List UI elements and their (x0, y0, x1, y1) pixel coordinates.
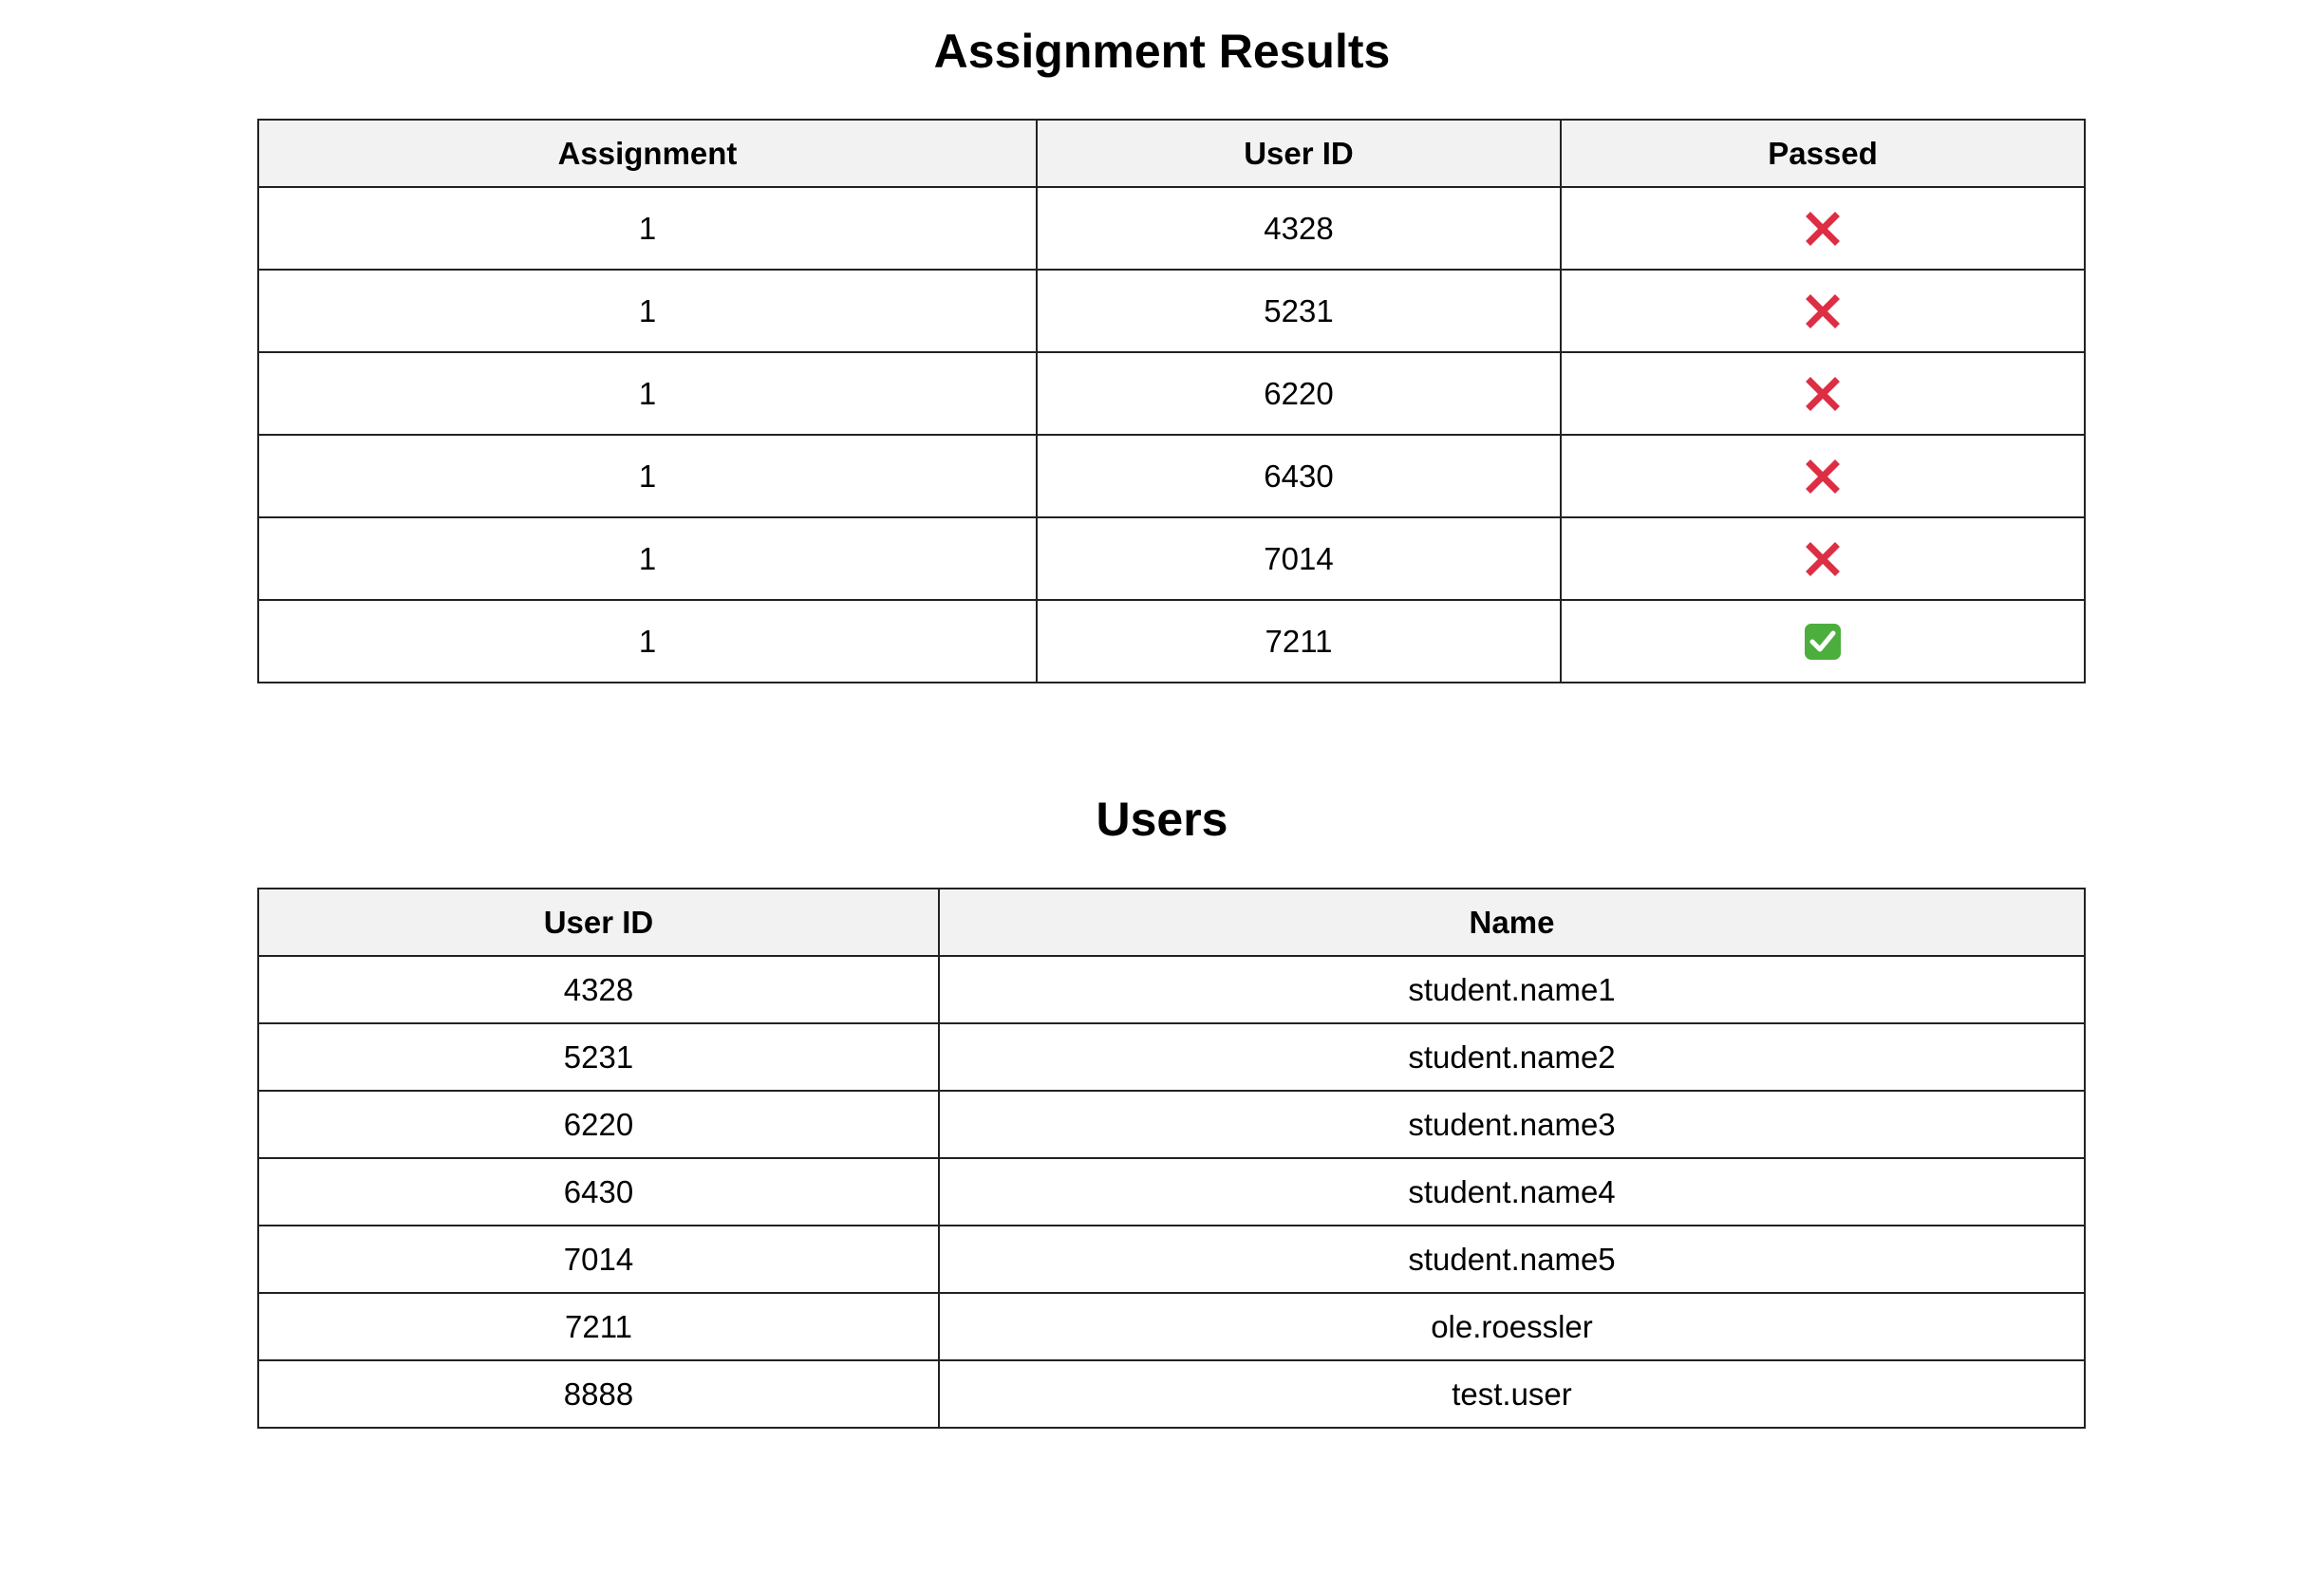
table-row: 1 7014 (257, 516, 2086, 601)
name-cell: student.name3 (938, 1090, 2086, 1159)
passed-cell (1560, 434, 2086, 518)
table-row: 1 5231 (257, 269, 2086, 353)
passed-cell (1560, 269, 2086, 353)
table-row: 8888 test.user (257, 1359, 2086, 1429)
cross-mark-icon (1804, 457, 1842, 495)
assignment-cell: 1 (257, 269, 1038, 353)
table-row: 1 4328 (257, 186, 2086, 271)
table-row: 1 6220 (257, 351, 2086, 436)
table-row: 1 7211 (257, 599, 2086, 683)
passed-cell (1560, 186, 2086, 271)
user-id-cell: 7211 (257, 1292, 940, 1361)
user-id-cell: 6220 (257, 1090, 940, 1159)
users-title: Users (1096, 793, 1228, 846)
table-row: 6430 student.name4 (257, 1157, 2086, 1226)
cross-mark-icon (1804, 209, 1842, 247)
assignment-cell: 1 (257, 351, 1038, 436)
assignment-cell: 1 (257, 186, 1038, 271)
assignment-cell: 1 (257, 599, 1038, 683)
user-id-cell: 7014 (1036, 516, 1562, 601)
table-header-row: Assignment User ID Passed (257, 119, 2086, 188)
user-id-cell: 6430 (257, 1157, 940, 1226)
user-id-cell: 4328 (257, 955, 940, 1024)
table-row: 4328 student.name1 (257, 955, 2086, 1024)
table-header-row: User ID Name (257, 888, 2086, 957)
passed-cell (1560, 516, 2086, 601)
name-cell: student.name1 (938, 955, 2086, 1024)
passed-cell (1560, 351, 2086, 436)
cross-mark-icon (1804, 374, 1842, 412)
name-cell: student.name2 (938, 1022, 2086, 1092)
name-cell: ole.roessler (938, 1292, 2086, 1361)
column-header-user-id: User ID (257, 888, 940, 957)
column-header-name: Name (938, 888, 2086, 957)
assignment-cell: 1 (257, 516, 1038, 601)
user-id-cell: 7014 (257, 1225, 940, 1294)
name-cell: test.user (938, 1359, 2086, 1429)
table-row: 5231 student.name2 (257, 1022, 2086, 1092)
user-id-cell: 6430 (1036, 434, 1562, 518)
table-row: 7014 student.name5 (257, 1225, 2086, 1294)
table-row: 1 6430 (257, 434, 2086, 518)
user-id-cell: 8888 (257, 1359, 940, 1429)
column-header-user-id: User ID (1036, 119, 1562, 188)
user-id-cell: 6220 (1036, 351, 1562, 436)
assignment-results-table: Assignment User ID Passed 1 4328 1 5231 1 622… (257, 119, 2086, 683)
user-id-cell: 5231 (257, 1022, 940, 1092)
check-mark-button-icon (1804, 622, 1842, 661)
user-id-cell: 4328 (1036, 186, 1562, 271)
users-table: User ID Name 4328 student.name1 5231 studen… (257, 888, 2086, 1429)
column-header-passed: Passed (1560, 119, 2086, 188)
user-id-cell: 5231 (1036, 269, 1562, 353)
name-cell: student.name4 (938, 1157, 2086, 1226)
column-header-assignment: Assignment (257, 119, 1038, 188)
table-row: 7211 ole.roessler (257, 1292, 2086, 1361)
table-row: 6220 student.name3 (257, 1090, 2086, 1159)
cross-mark-icon (1804, 291, 1842, 329)
cross-mark-icon (1804, 539, 1842, 577)
user-id-cell: 7211 (1036, 599, 1562, 683)
passed-cell (1560, 599, 2086, 683)
assignment-cell: 1 (257, 434, 1038, 518)
assignment-results-title: Assignment Results (933, 25, 1391, 78)
name-cell: student.name5 (938, 1225, 2086, 1294)
